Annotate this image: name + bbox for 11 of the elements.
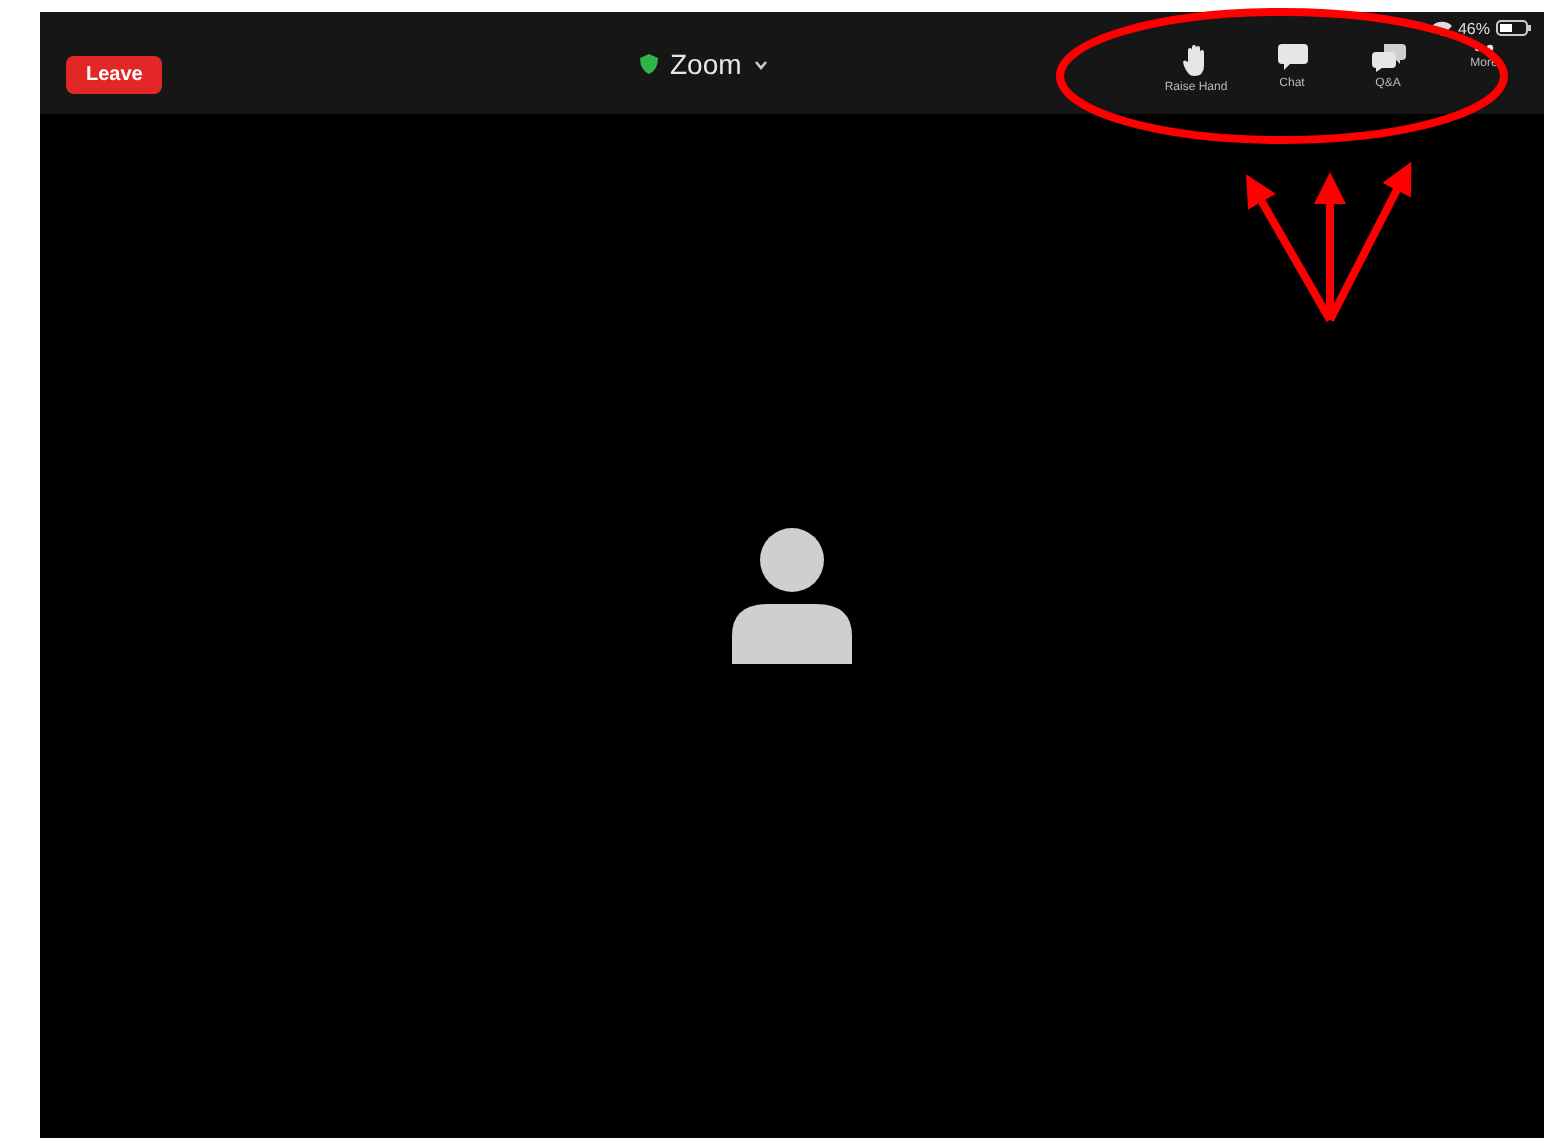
speech-bubbles-icon (1371, 44, 1405, 72)
shield-icon (640, 54, 658, 74)
meeting-title[interactable]: Zoom (670, 48, 742, 80)
speech-bubble-icon (1277, 44, 1307, 72)
avatar-silhouette-icon (732, 528, 852, 664)
hand-icon (1182, 44, 1210, 76)
leave-button[interactable]: Leave (66, 56, 163, 94)
battery-icon (1496, 20, 1532, 36)
chevron-down-icon[interactable] (753, 59, 768, 69)
battery-percentage: 46% (1457, 19, 1490, 37)
more-icon (1472, 44, 1496, 52)
